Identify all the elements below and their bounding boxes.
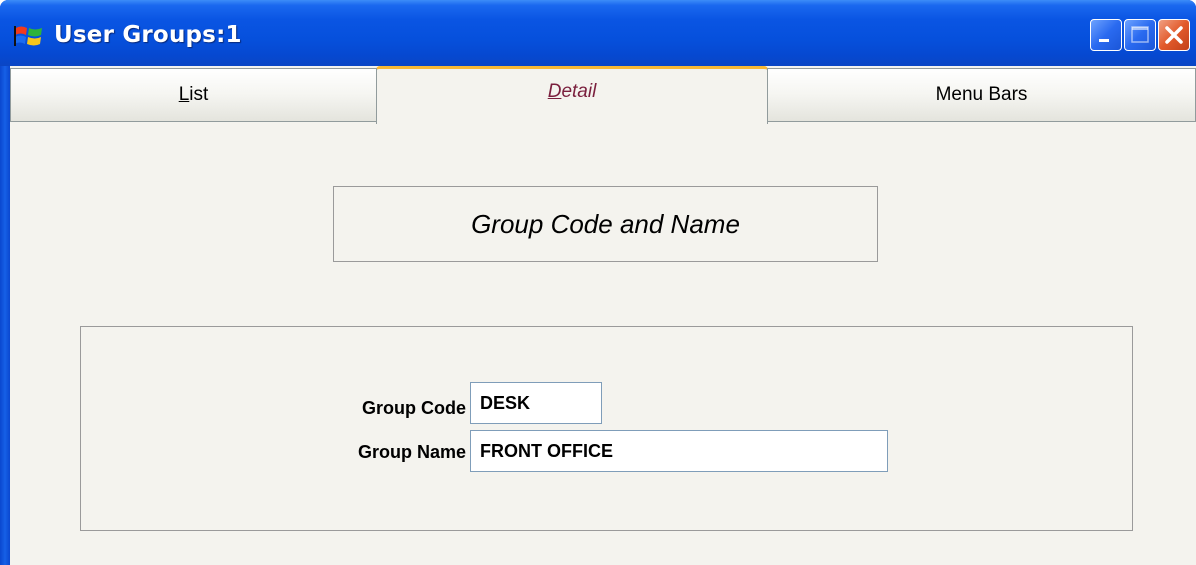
minimize-button[interactable]: [1090, 19, 1122, 51]
title-bar[interactable]: User Groups:1: [0, 0, 1196, 66]
close-button[interactable]: [1158, 19, 1190, 51]
tab-list-label-rest: ist: [189, 84, 209, 105]
close-icon: [1165, 26, 1183, 44]
tab-detail-label-rest: etail: [561, 81, 597, 102]
maximize-button[interactable]: [1124, 19, 1156, 51]
tab-detail[interactable]: Detail: [376, 66, 768, 124]
application-window: User Groups:1 List Menu Bars D etail Gro…: [0, 0, 1196, 565]
tab-strip: List Menu Bars Detail: [10, 66, 1196, 124]
client-area: List Menu Bars Detail Group Code and Nam…: [10, 66, 1196, 565]
section-header-title: Group Code and Name: [471, 208, 740, 239]
group-code-label: Group Code: [362, 398, 466, 418]
section-header: Group Code and Name: [333, 186, 878, 262]
tab-list[interactable]: List: [10, 68, 377, 122]
group-name-label: Group Name: [357, 442, 466, 462]
minimize-icon: [1099, 39, 1109, 42]
window-title: User Groups:1: [54, 22, 242, 48]
windows-flag-icon: [14, 26, 42, 46]
group-form-panel: Group Code Group Name: [80, 326, 1133, 531]
tab-detail-label-mnemonic: D: [547, 81, 562, 102]
tab-menu-bars-label: Menu Bars: [935, 84, 1028, 105]
tab-menu-bars[interactable]: Menu Bars: [767, 68, 1196, 122]
group-code-field[interactable]: [470, 382, 602, 424]
window-frame: [0, 66, 10, 565]
tab-list-label-mnemonic: L: [178, 84, 190, 105]
maximize-icon: [1131, 26, 1149, 43]
group-name-field[interactable]: [470, 430, 888, 472]
